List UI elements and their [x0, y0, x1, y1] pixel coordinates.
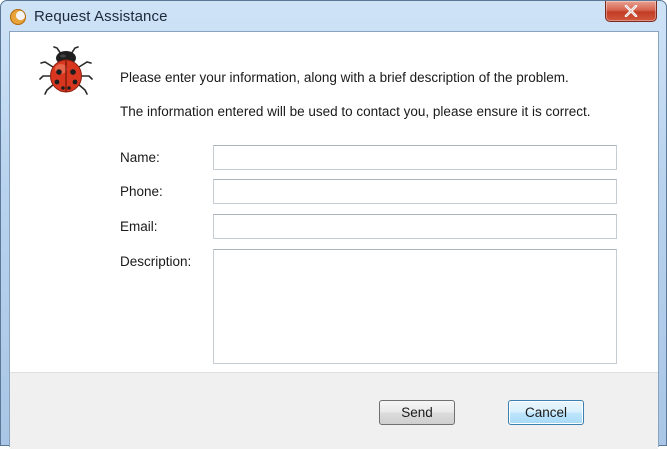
email-label: Email: [120, 219, 158, 234]
dialog-body: Please enter your information, along wit… [9, 31, 659, 449]
phone-input[interactable] [213, 179, 617, 204]
title-bar[interactable]: Request Assistance [1, 1, 666, 31]
send-button[interactable]: Send [379, 400, 455, 425]
crescent-logo-icon [10, 9, 26, 25]
accuracy-notice-text: The information entered will be used to … [120, 104, 591, 119]
email-input[interactable] [213, 214, 617, 239]
ladybug-icon [39, 45, 93, 97]
button-bar: Send Cancel [10, 372, 658, 449]
close-button[interactable] [605, 1, 657, 22]
cancel-button[interactable]: Cancel [508, 400, 584, 425]
description-label: Description: [120, 254, 192, 269]
phone-label: Phone: [120, 184, 163, 199]
close-icon [624, 5, 638, 17]
name-label: Name: [120, 150, 160, 165]
request-assistance-window: Request Assistance Please enter your inf… [0, 0, 667, 449]
window-title: Request Assistance [34, 8, 168, 25]
instruction-text: Please enter your information, along wit… [120, 70, 569, 85]
description-textarea[interactable] [213, 249, 617, 364]
name-input[interactable] [213, 145, 617, 170]
